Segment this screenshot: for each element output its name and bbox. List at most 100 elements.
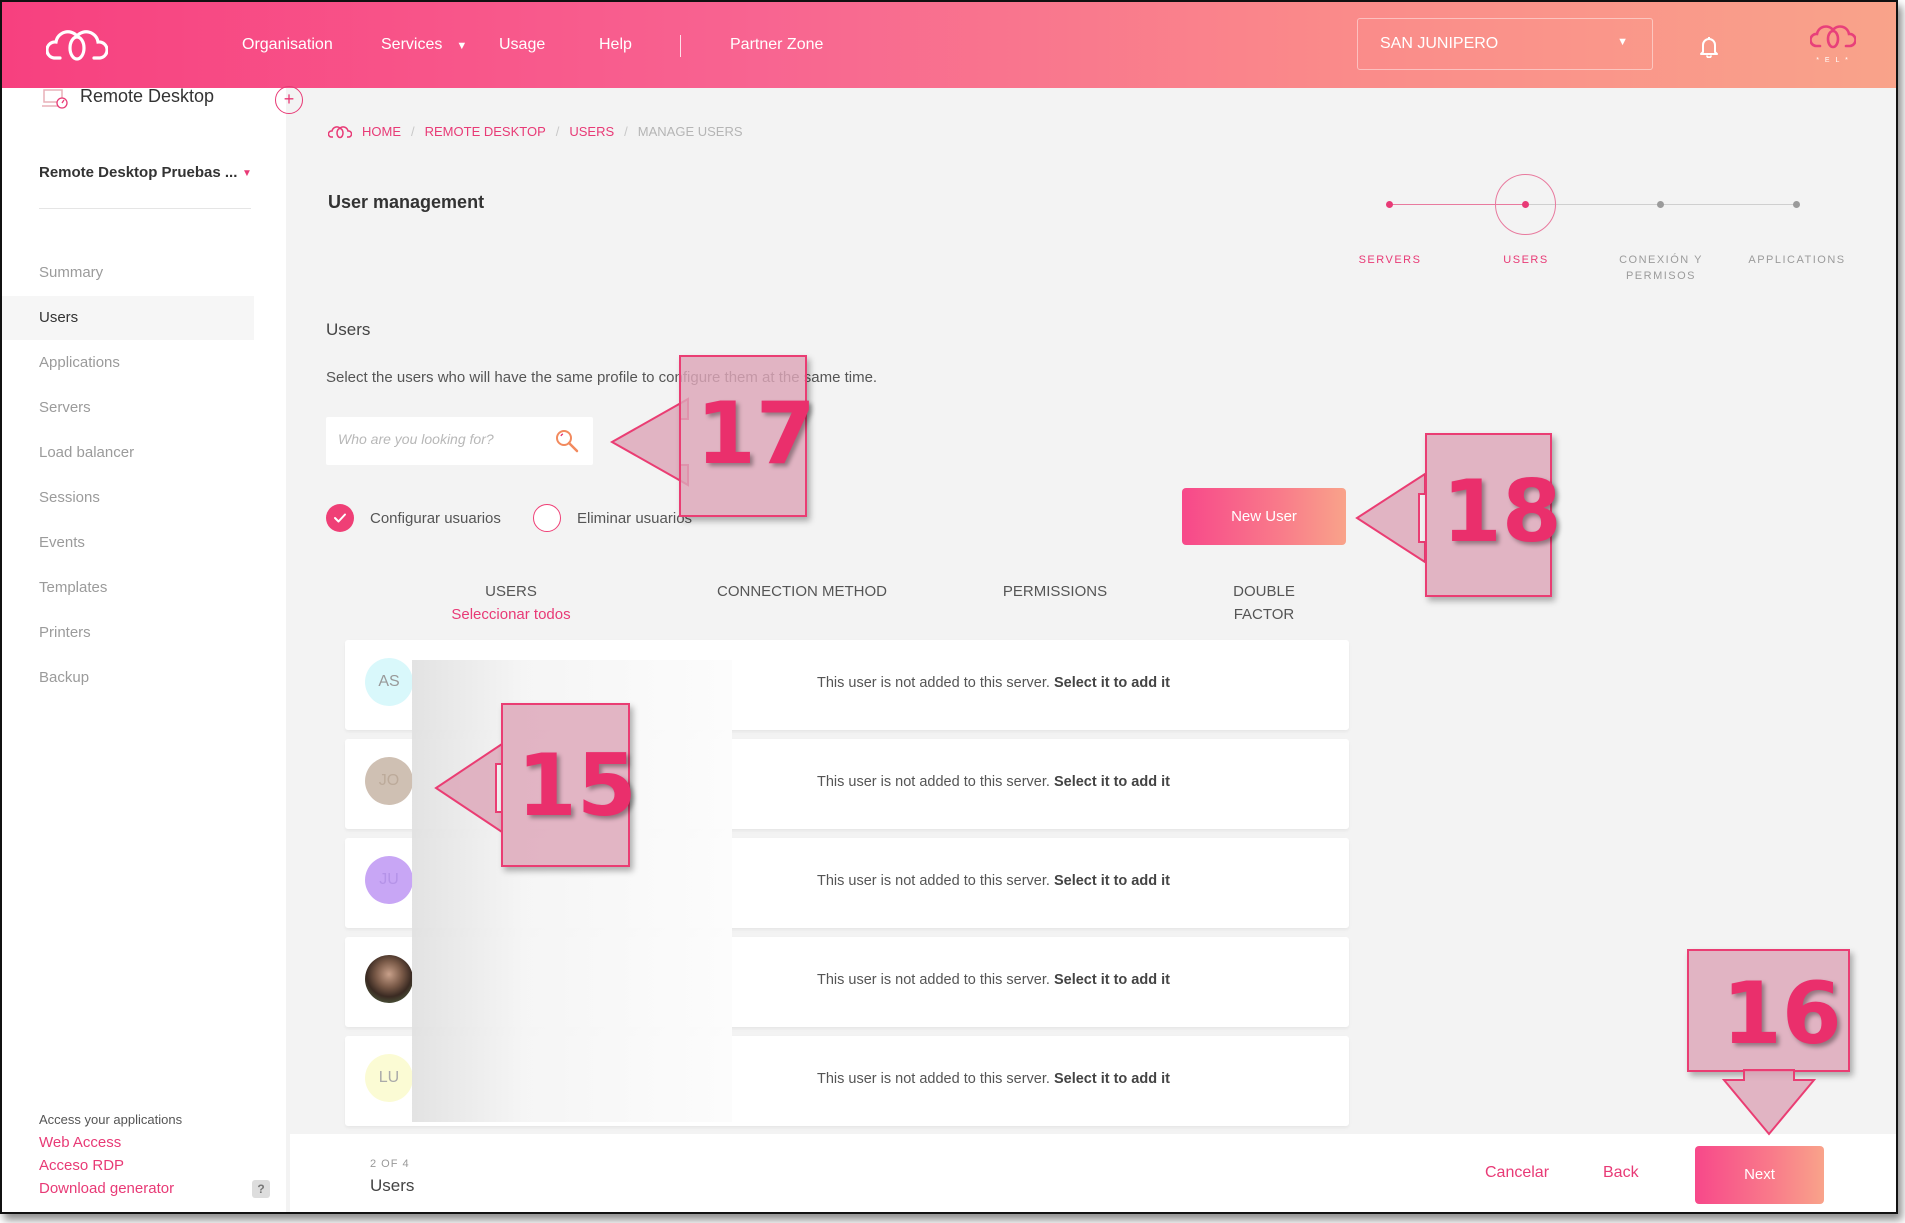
row-message-text: This user is not added to this server. xyxy=(817,1071,1050,1087)
project-selector[interactable]: Remote Desktop Pruebas ... xyxy=(39,164,237,181)
nav-services-label: Services xyxy=(381,36,443,53)
row-action-text[interactable]: Select it to add it xyxy=(1054,873,1170,889)
acceso-rdp-link[interactable]: Acceso RDP xyxy=(39,1157,124,1174)
row-action-text[interactable]: Select it to add it xyxy=(1054,774,1170,790)
help-icon[interactable]: ? xyxy=(252,1180,270,1198)
stepper-label-users[interactable]: USERS xyxy=(1466,252,1586,268)
breadcrumb-manage-users: MANAGE USERS xyxy=(637,124,743,139)
avatar: JO xyxy=(365,757,413,805)
breadcrumb-separator: / xyxy=(624,124,628,139)
stepper-dot-users[interactable] xyxy=(1522,201,1529,208)
avatar: LU xyxy=(365,1054,413,1102)
current-step-name: Users xyxy=(370,1176,415,1195)
search-input[interactable] xyxy=(338,431,548,447)
stepper-dot-servers[interactable] xyxy=(1386,201,1393,208)
sidebar-item-users[interactable]: Users xyxy=(2,296,254,340)
sidebar-item-events[interactable]: Events xyxy=(2,521,254,565)
row-message-text: This user is not added to this server. xyxy=(817,774,1050,790)
column-header-permissions: PERMISSIONS xyxy=(1002,583,1108,600)
access-applications-label: Access your applications xyxy=(39,1112,183,1127)
row-status-message: This user is not added to this server. S… xyxy=(817,774,1170,790)
home-cloud-icon[interactable] xyxy=(328,125,352,139)
stepper-label-servers[interactable]: SERVERS xyxy=(1330,252,1450,268)
tenant-logo-text: * E L * xyxy=(1816,57,1850,64)
row-status-message: This user is not added to this server. S… xyxy=(817,675,1170,691)
cloud-logo-icon[interactable] xyxy=(46,28,108,62)
checkmark-icon xyxy=(334,513,346,523)
avatar: AS xyxy=(365,658,413,706)
new-user-button[interactable]: New User xyxy=(1182,488,1346,545)
breadcrumb: HOME / REMOTE DESKTOP / USERS / MANAGE U… xyxy=(328,124,743,139)
avatar-photo xyxy=(365,955,413,1003)
cancel-button[interactable]: Cancelar xyxy=(1485,1164,1549,1182)
bell-icon[interactable] xyxy=(1699,36,1719,58)
web-access-link[interactable]: Web Access xyxy=(39,1134,121,1151)
chevron-down-icon: ▼ xyxy=(1617,36,1628,48)
product-header: Remote Desktop + xyxy=(38,86,303,118)
row-message-text: This user is not added to this server. xyxy=(817,972,1050,988)
column-header-connection-method: CONNECTION METHOD xyxy=(717,583,887,600)
nav-usage[interactable]: Usage xyxy=(499,36,545,54)
sidebar-item-backup[interactable]: Backup xyxy=(2,656,254,700)
step-progress: 2 OF 4 xyxy=(370,1158,410,1170)
nav-services[interactable]: Services ▼ xyxy=(381,36,467,54)
sidebar-divider xyxy=(39,208,251,209)
configure-users-radio[interactable] xyxy=(326,504,354,532)
page-title: User management xyxy=(328,192,485,212)
select-all-link[interactable]: Seleccionar todos xyxy=(421,603,601,626)
row-status-message: This user is not added to this server. S… xyxy=(817,972,1170,988)
organization-selector-value: SAN JUNIPERO xyxy=(1380,35,1499,52)
sidebar-item-load-balancer[interactable]: Load balancer xyxy=(2,431,254,475)
user-search[interactable] xyxy=(326,417,593,465)
nav-organisation[interactable]: Organisation xyxy=(242,36,333,54)
annotation-number: 18 xyxy=(1442,462,1562,562)
nav-help[interactable]: Help xyxy=(599,36,632,54)
chevron-down-icon[interactable]: ▼ xyxy=(242,168,252,179)
wizard-footer: 2 OF 4 Users Cancelar Back Next xyxy=(290,1134,1896,1212)
column-header-double-factor: DOUBLE FACTOR xyxy=(1204,580,1324,626)
sidebar-item-applications[interactable]: Applications xyxy=(2,341,254,385)
column-header-double-factor-line1: DOUBLE xyxy=(1233,583,1295,600)
configure-users-label[interactable]: Configurar usuarios xyxy=(370,510,501,527)
breadcrumb-remote-desktop[interactable]: REMOTE DESKTOP xyxy=(425,124,546,139)
download-generator-link[interactable]: Download generator xyxy=(39,1180,174,1197)
breadcrumb-separator: / xyxy=(555,124,560,139)
row-status-message: This user is not added to this server. S… xyxy=(817,873,1170,889)
annotation-arrow-down-icon xyxy=(1721,1069,1817,1136)
sidebar: Remote Desktop + Remote Desktop Pruebas … xyxy=(2,86,303,1212)
search-icon[interactable] xyxy=(555,429,579,453)
back-button[interactable]: Back xyxy=(1603,1164,1639,1182)
product-title: Remote Desktop xyxy=(80,86,215,106)
add-button[interactable]: + xyxy=(275,86,303,114)
organization-selector[interactable]: SAN JUNIPERO ▼ xyxy=(1357,18,1653,70)
sidebar-item-summary[interactable]: Summary xyxy=(2,251,254,295)
delete-users-label[interactable]: Eliminar usuarios xyxy=(577,510,692,527)
stepper-label-conexion: CONEXIÓN Y PERMISOS xyxy=(1619,254,1703,282)
annotation-arrow-left-icon xyxy=(609,397,689,487)
avatar: JU xyxy=(365,856,413,904)
column-header-users: USERS Seleccionar todos xyxy=(421,580,601,626)
row-message-text: This user is not added to this server. xyxy=(817,675,1050,691)
breadcrumb-separator: / xyxy=(411,124,415,139)
row-action-text[interactable]: Select it to add it xyxy=(1054,972,1170,988)
app-window: Organisation Services ▼ Usage Help Partne… xyxy=(0,0,1898,1214)
row-action-text[interactable]: Select it to add it xyxy=(1054,675,1170,691)
stepper-dot-conexion xyxy=(1657,201,1664,208)
nav-divider xyxy=(680,35,681,57)
row-action-text[interactable]: Select it to add it xyxy=(1054,1071,1170,1087)
sidebar-item-templates[interactable]: Templates xyxy=(2,566,254,610)
sidebar-item-servers[interactable]: Servers xyxy=(2,386,254,430)
row-status-message: This user is not added to this server. S… xyxy=(817,1071,1170,1087)
sidebar-item-printers[interactable]: Printers xyxy=(2,611,254,655)
delete-users-radio[interactable] xyxy=(533,504,561,532)
top-navigation-bar: Organisation Services ▼ Usage Help Partne… xyxy=(2,2,1896,88)
next-button[interactable]: Next xyxy=(1695,1146,1824,1204)
breadcrumb-home[interactable]: HOME xyxy=(362,124,401,139)
column-header-double-factor-line2: FACTOR xyxy=(1233,606,1295,623)
annotation-number: 17 xyxy=(696,384,816,484)
chevron-down-icon: ▼ xyxy=(456,40,468,52)
breadcrumb-users[interactable]: USERS xyxy=(569,124,614,139)
tenant-logo: * E L * xyxy=(1809,24,1857,68)
nav-partner-zone[interactable]: Partner Zone xyxy=(730,36,823,54)
sidebar-item-sessions[interactable]: Sessions xyxy=(2,476,254,520)
